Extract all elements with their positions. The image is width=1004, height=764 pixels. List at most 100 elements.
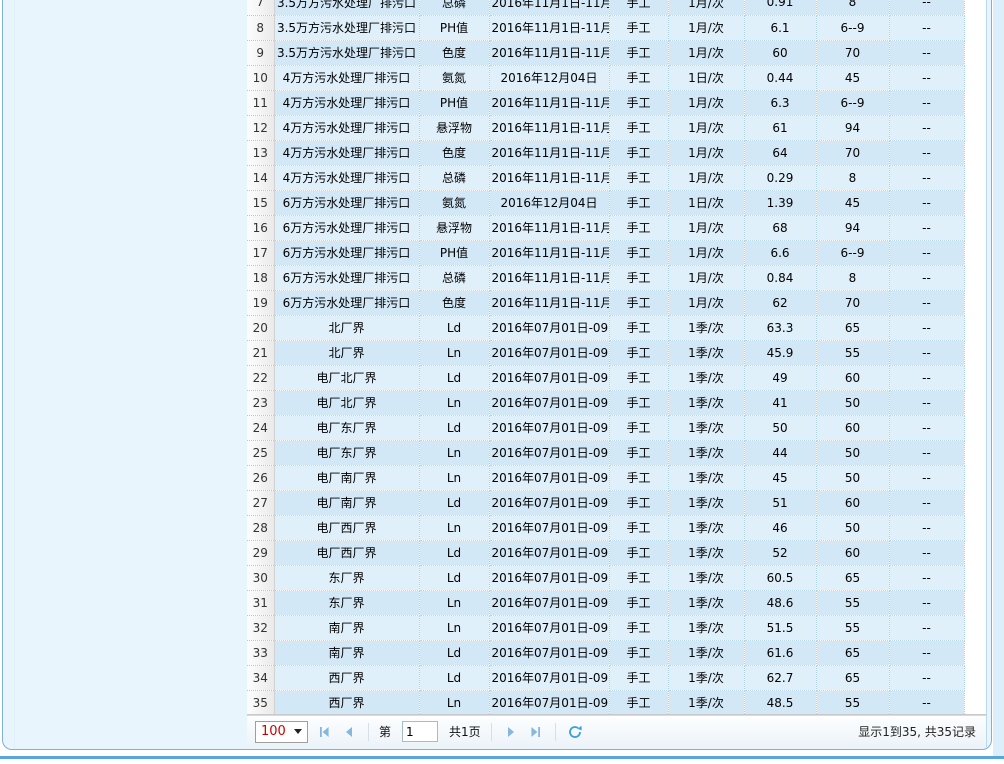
table-row[interactable]: 25 电厂东厂界 Ln 2016年07月01日-09 手工 1季/次 44 50… [247,440,964,465]
row-number-cell: 31 [247,590,274,615]
monitor-method-cell: 手工 [609,140,668,165]
table-row[interactable]: 21 北厂界 Ln 2016年07月01日-09 手工 1季/次 45.9 55… [247,340,964,365]
monitor-date-cell: 2016年07月01日-09 [489,415,609,440]
last-page-button[interactable] [527,723,545,741]
factor-cell: Ln [419,690,489,715]
monitor-method-cell: 手工 [609,15,668,40]
page-right-margin [993,0,1004,756]
row-number-cell: 8 [247,15,274,40]
table-row[interactable]: 14 4万方污水处理厂排污口 总磷 2016年11月1日-11月 手工 1月/次… [247,165,964,190]
monitor-method-cell: 手工 [609,490,668,515]
row-number-cell: 23 [247,390,274,415]
content-panel: 7 3.5万方污水处理厂排污口 总磷 2016年11月1日-11月 手工 1月/… [2,0,992,750]
limit-cell: 50 [816,515,889,540]
row-number-cell: 7 [247,0,274,15]
outlet-name-cell: 6万方污水处理厂排污口 [274,290,419,315]
table-row[interactable]: 9 3.5万方污水处理厂排污口 色度 2016年11月1日-11月 手工 1月/… [247,40,964,65]
monitor-method-cell: 手工 [609,115,668,140]
limit-cell: 65 [816,665,889,690]
outlet-name-cell: 北厂界 [274,340,419,365]
row-number-cell: 9 [247,40,274,65]
table-row[interactable]: 24 电厂东厂界 Ld 2016年07月01日-09 手工 1季/次 50 60… [247,415,964,440]
limit-cell: 60 [816,365,889,390]
outlet-name-cell: 3.5万方污水处理厂排污口 [274,0,419,15]
table-row[interactable]: 28 电厂西厂界 Ln 2016年07月01日-09 手工 1季/次 46 50… [247,515,964,540]
factor-cell: Ld [419,415,489,440]
outlet-name-cell: 南厂界 [274,615,419,640]
value-cell: 6.1 [744,15,816,40]
monitor-method-cell: 手工 [609,240,668,265]
limit-cell: 65 [816,565,889,590]
frequency-cell: 1季/次 [668,615,744,640]
remark-cell: -- [889,0,964,15]
limit-cell: 8 [816,0,889,15]
value-cell: 60.5 [744,565,816,590]
table-row[interactable]: 33 南厂界 Ld 2016年07月01日-09 手工 1季/次 61.6 65… [247,640,964,665]
row-number-cell: 29 [247,540,274,565]
factor-cell: PH值 [419,90,489,115]
table-row[interactable]: 12 4万方污水处理厂排污口 悬浮物 2016年11月1日-11月 手工 1月/… [247,115,964,140]
table-row[interactable]: 7 3.5万方污水处理厂排污口 总磷 2016年11月1日-11月 手工 1月/… [247,0,964,15]
frequency-cell: 1月/次 [668,290,744,315]
frequency-cell: 1季/次 [668,415,744,440]
table-row[interactable]: 26 电厂南厂界 Ln 2016年07月01日-09 手工 1季/次 45 50… [247,465,964,490]
table-row[interactable]: 20 北厂界 Ld 2016年07月01日-09 手工 1季/次 63.3 65… [247,315,964,340]
remark-cell: -- [889,40,964,65]
table-row[interactable]: 32 南厂界 Ln 2016年07月01日-09 手工 1季/次 51.5 55… [247,615,964,640]
frequency-cell: 1月/次 [668,0,744,15]
row-number-cell: 26 [247,465,274,490]
outlet-name-cell: 6万方污水处理厂排污口 [274,190,419,215]
monitor-date-cell: 2016年11月1日-11月 [489,140,609,165]
table-row[interactable]: 8 3.5万方污水处理厂排污口 PH值 2016年11月1日-11月 手工 1月… [247,15,964,40]
table-row[interactable]: 35 西厂界 Ln 2016年07月01日-09 手工 1季/次 48.5 55… [247,690,964,715]
table-row[interactable]: 34 西厂界 Ld 2016年07月01日-09 手工 1季/次 62.7 65… [247,665,964,690]
table-row[interactable]: 31 东厂界 Ln 2016年07月01日-09 手工 1季/次 48.6 55… [247,590,964,615]
factor-cell: Ln [419,390,489,415]
outlet-name-cell: 4万方污水处理厂排污口 [274,115,419,140]
table-row[interactable]: 10 4万方污水处理厂排污口 氨氮 2016年12月04日 手工 1日/次 0.… [247,65,964,90]
frequency-cell: 1季/次 [668,490,744,515]
frequency-cell: 1月/次 [668,90,744,115]
first-page-button[interactable] [315,723,333,741]
remark-cell: -- [889,240,964,265]
frequency-cell: 1月/次 [668,140,744,165]
pager: 100 第 共1页 [247,715,986,747]
page-size-select[interactable]: 100 [255,721,308,743]
limit-cell: 8 [816,165,889,190]
table-row[interactable]: 11 4万方污水处理厂排污口 PH值 2016年11月1日-11月 手工 1月/… [247,90,964,115]
table-row[interactable]: 16 6万方污水处理厂排污口 悬浮物 2016年11月1日-11月 手工 1月/… [247,215,964,240]
table-row[interactable]: 30 东厂界 Ld 2016年07月01日-09 手工 1季/次 60.5 65… [247,565,964,590]
factor-cell: PH值 [419,15,489,40]
monitor-date-cell: 2016年11月1日-11月 [489,165,609,190]
value-cell: 60 [744,40,816,65]
page-number-input[interactable] [402,721,438,742]
monitor-method-cell: 手工 [609,315,668,340]
factor-cell: Ld [419,315,489,340]
next-page-button[interactable] [502,723,520,741]
table-row[interactable]: 18 6万方污水处理厂排污口 总磷 2016年11月1日-11月 手工 1月/次… [247,265,964,290]
refresh-button[interactable] [566,723,584,741]
value-cell: 62 [744,290,816,315]
factor-cell: 总磷 [419,0,489,15]
table-row[interactable]: 29 电厂西厂界 Ld 2016年07月01日-09 手工 1季/次 52 60… [247,540,964,565]
table-row[interactable]: 13 4万方污水处理厂排污口 色度 2016年11月1日-11月 手工 1月/次… [247,140,964,165]
sidebar-divider [14,0,15,749]
limit-cell: 55 [816,590,889,615]
table-row[interactable]: 17 6万方污水处理厂排污口 PH值 2016年11月1日-11月 手工 1月/… [247,240,964,265]
table-row[interactable]: 15 6万方污水处理厂排污口 氨氮 2016年12月04日 手工 1日/次 1.… [247,190,964,215]
prev-page-button[interactable] [340,723,358,741]
factor-cell: 氨氮 [419,190,489,215]
page-size-value: 100 [261,724,286,739]
limit-cell: 50 [816,440,889,465]
first-page-icon [318,726,330,738]
monitor-method-cell: 手工 [609,515,668,540]
table-row[interactable]: 27 电厂南厂界 Ld 2016年07月01日-09 手工 1季/次 51 60… [247,490,964,515]
factor-cell: 氨氮 [419,65,489,90]
table-row[interactable]: 19 6万方污水处理厂排污口 色度 2016年11月1日-11月 手工 1月/次… [247,290,964,315]
outlet-name-cell: 东厂界 [274,590,419,615]
limit-cell: 6--9 [816,90,889,115]
table-row[interactable]: 23 电厂北厂界 Ln 2016年07月01日-09 手工 1季/次 41 50… [247,390,964,415]
frequency-cell: 1月/次 [668,265,744,290]
table-row[interactable]: 22 电厂北厂界 Ld 2016年07月01日-09 手工 1季/次 49 60… [247,365,964,390]
monitor-method-cell: 手工 [609,640,668,665]
